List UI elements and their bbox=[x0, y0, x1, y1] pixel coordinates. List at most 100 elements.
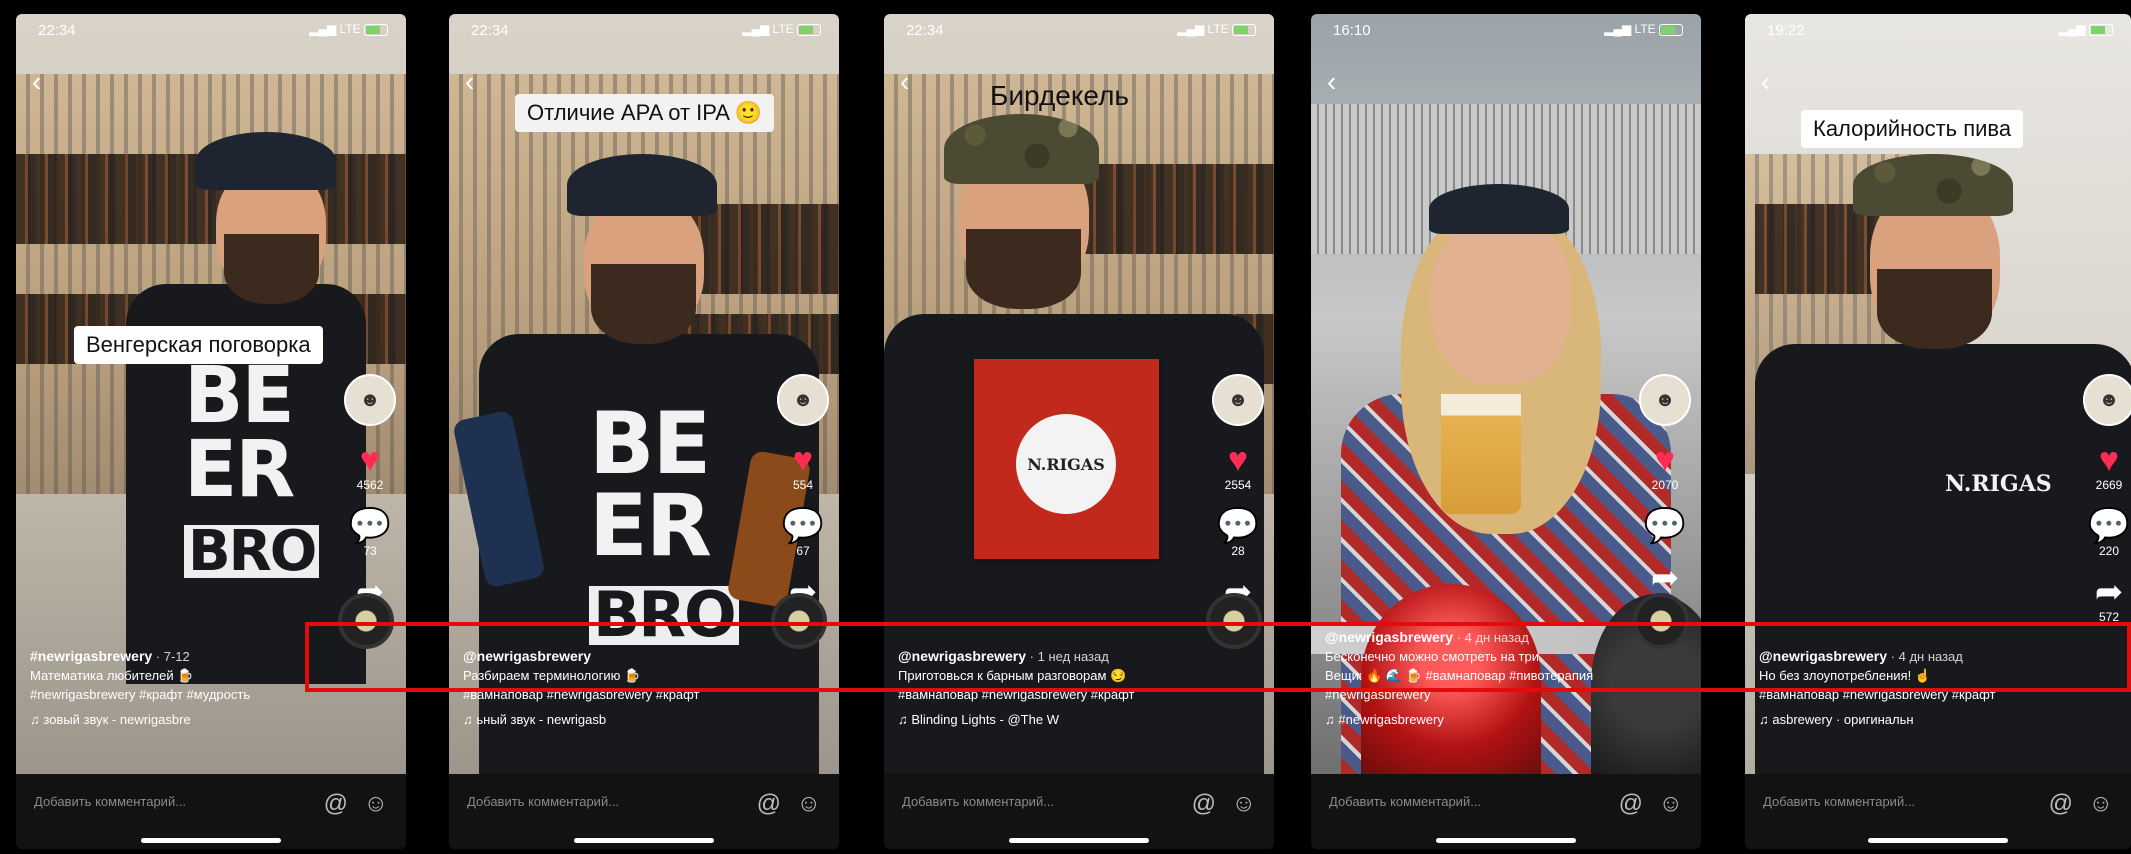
mention-icon[interactable]: @ bbox=[757, 790, 781, 818]
sound-name: Blinding Lights - @The W bbox=[911, 712, 1059, 727]
profile-avatar[interactable]: ☻ bbox=[1639, 374, 1691, 426]
beer-coaster: N.RIGAS bbox=[974, 359, 1159, 559]
comment-bar: Добавить комментарий... @ ☺ bbox=[884, 774, 1274, 849]
comment-icon[interactable]: 💬 bbox=[775, 508, 831, 544]
action-rail: ☻ ♥ 2070 💬 ➦ 4502 bbox=[1637, 374, 1693, 610]
sound-row[interactable]: ♫ #newrigasbrewery bbox=[1325, 710, 1631, 729]
comment-count: 220 bbox=[2098, 544, 2120, 558]
tiktok-screen-2: BE ER BRO Отличие APA от IPA 🙂 22:34 ▂▄▆… bbox=[449, 14, 839, 849]
home-indicator bbox=[1868, 838, 2008, 843]
like-count: 2669 bbox=[2095, 478, 2123, 492]
username-link[interactable]: #newrigasbrewery bbox=[30, 648, 152, 664]
video-info: #newrigasbrewery · 7-12 Математика любит… bbox=[30, 647, 336, 729]
status-time: 22:34 bbox=[38, 22, 76, 39]
battery-icon bbox=[2089, 23, 2113, 36]
comment-count: 28 bbox=[1231, 544, 1245, 558]
back-arrow-icon[interactable]: ‹ bbox=[1327, 66, 1336, 98]
emoji-icon[interactable]: ☺ bbox=[1231, 790, 1256, 818]
status-time: 19:22 bbox=[1767, 22, 1805, 39]
mention-icon[interactable]: @ bbox=[324, 790, 348, 818]
tiktok-screen-5: N.RIGAS Калорийность пива 19:22 ▂▄▆ ‹ ☻ … bbox=[1745, 14, 2131, 849]
action-rail: ☻ ♥ 2669 💬 220 ➦ 572 bbox=[2081, 374, 2131, 624]
back-arrow-icon[interactable]: ‹ bbox=[32, 66, 41, 98]
comment-icon[interactable]: 💬 bbox=[1637, 508, 1693, 544]
emoji-icon[interactable]: ☺ bbox=[1658, 790, 1683, 818]
comment-icon[interactable]: 💬 bbox=[2081, 508, 2131, 544]
battery-icon bbox=[797, 23, 821, 36]
action-rail: ☻ ♥ 4562 💬 73 ➦ 743 bbox=[342, 374, 398, 624]
comment-input[interactable]: Добавить комментарий... bbox=[34, 794, 186, 809]
action-rail: ☻ ♥ 2554 💬 28 ➦ 50 bbox=[1210, 374, 1266, 624]
home-indicator bbox=[574, 838, 714, 843]
status-time: 16:10 bbox=[1333, 22, 1371, 39]
comment-count: 67 bbox=[796, 544, 810, 558]
like-icon[interactable]: ♥ bbox=[1637, 442, 1693, 478]
profile-avatar[interactable]: ☻ bbox=[2083, 374, 2131, 426]
status-icons: ▂▄▆ bbox=[2059, 22, 2113, 36]
shirt-logo: N.RIGAS bbox=[1945, 471, 2052, 497]
shirt-text: BE bbox=[589, 394, 711, 494]
status-bar: 19:22 ▂▄▆ bbox=[1767, 22, 2113, 42]
back-arrow-icon[interactable]: ‹ bbox=[465, 66, 474, 98]
comment-bar: Добавить комментарий... @ ☺ bbox=[16, 774, 406, 849]
share-icon[interactable]: ➦ bbox=[2081, 574, 2131, 610]
shirt-text: BRO bbox=[184, 524, 320, 580]
tiktok-screen-3: N.RIGAS Бирдекель 22:34 ▂▄▆ LTE ‹ ☻ ♥ 25… bbox=[884, 14, 1274, 849]
music-note-icon: ♫ bbox=[1759, 712, 1769, 727]
share-icon[interactable]: ➦ bbox=[1637, 560, 1693, 596]
comment-count: 73 bbox=[363, 544, 377, 558]
hashtags[interactable]: #newrigasbrewery #крафт #мудрость bbox=[30, 685, 336, 704]
like-count: 2070 bbox=[1651, 478, 1679, 492]
post-date: · 7-12 bbox=[155, 649, 190, 664]
back-arrow-icon[interactable]: ‹ bbox=[900, 66, 909, 98]
music-note-icon: ♫ bbox=[1325, 712, 1335, 727]
emoji-icon[interactable]: ☺ bbox=[796, 790, 821, 818]
sound-row[interactable]: ♫ Blinding Lights - @The W bbox=[898, 710, 1204, 729]
comment-input[interactable]: Добавить комментарий... bbox=[902, 794, 1054, 809]
like-count: 2554 bbox=[1224, 478, 1252, 492]
back-arrow-icon[interactable]: ‹ bbox=[1761, 66, 1770, 98]
tiktok-screen-1: BE ER BRO Венгерская поговорка 22:34 ▂▄▆… bbox=[16, 14, 406, 849]
music-note-icon: ♫ bbox=[30, 712, 40, 727]
tiktok-screen-4: 16:10 ▂▄▆ LTE ‹ ☻ ♥ 2070 💬 ➦ 4502 @newri… bbox=[1311, 14, 1701, 849]
like-icon[interactable]: ♥ bbox=[775, 442, 831, 478]
comment-input[interactable]: Добавить комментарий... bbox=[467, 794, 619, 809]
like-count: 4562 bbox=[356, 478, 384, 492]
mention-icon[interactable]: @ bbox=[2049, 790, 2073, 818]
mention-icon[interactable]: @ bbox=[1192, 790, 1216, 818]
shirt-text: ER bbox=[589, 475, 712, 576]
like-icon[interactable]: ♥ bbox=[1210, 442, 1266, 478]
comment-icon[interactable]: 💬 bbox=[342, 508, 398, 544]
comment-icon[interactable]: 💬 bbox=[1210, 508, 1266, 544]
video-caption: Венгерская поговорка bbox=[74, 326, 323, 364]
sound-row[interactable]: ♫ ьный звук - newrigasb bbox=[463, 710, 769, 729]
shirt-text: BE bbox=[184, 351, 295, 441]
like-icon[interactable]: ♥ bbox=[2081, 442, 2131, 478]
profile-avatar[interactable]: ☻ bbox=[777, 374, 829, 426]
emoji-icon[interactable]: ☺ bbox=[2088, 790, 2113, 818]
status-bar: 16:10 ▂▄▆ LTE bbox=[1333, 22, 1683, 42]
profile-avatar[interactable]: ☻ bbox=[344, 374, 396, 426]
video-caption: Отличие APA от IPA 🙂 bbox=[515, 94, 775, 132]
like-icon[interactable]: ♥ bbox=[342, 442, 398, 478]
highlight-box bbox=[305, 622, 2131, 692]
shirt-text: ER bbox=[184, 425, 295, 516]
comment-input[interactable]: Добавить комментарий... bbox=[1763, 794, 1915, 809]
home-indicator bbox=[1436, 838, 1576, 843]
beer-glass bbox=[1441, 394, 1521, 514]
comment-bar: Добавить комментарий... @ ☺ bbox=[1745, 774, 2131, 849]
comment-input[interactable]: Добавить комментарий... bbox=[1329, 794, 1481, 809]
status-bar: 22:34 ▂▄▆ LTE bbox=[471, 22, 821, 42]
home-indicator bbox=[1009, 838, 1149, 843]
emoji-icon[interactable]: ☺ bbox=[363, 790, 388, 818]
home-indicator bbox=[141, 838, 281, 843]
sound-name: asbrewery · оригинальн bbox=[1772, 712, 1914, 727]
profile-avatar[interactable]: ☻ bbox=[1212, 374, 1264, 426]
status-bar: 22:34 ▂▄▆ LTE bbox=[38, 22, 388, 42]
status-time: 22:34 bbox=[906, 22, 944, 39]
like-count: 554 bbox=[792, 478, 814, 492]
mention-icon[interactable]: @ bbox=[1619, 790, 1643, 818]
sound-row[interactable]: ♫ asbrewery · оригинальн bbox=[1759, 710, 2061, 729]
status-icons: ▂▄▆ LTE bbox=[1177, 22, 1256, 36]
sound-row[interactable]: ♫ зовый звук - newrigasbre bbox=[30, 710, 336, 729]
